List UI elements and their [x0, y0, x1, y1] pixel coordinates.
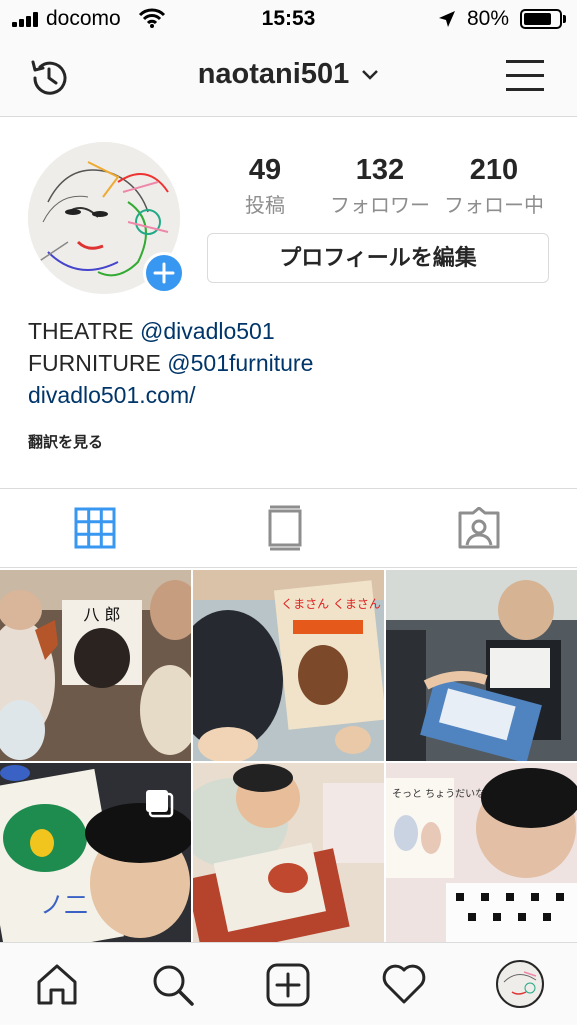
edit-profile-button[interactable]: プロフィールを編集 [207, 233, 549, 283]
home-icon[interactable] [35, 962, 79, 1006]
battery-percent: 80% [467, 7, 510, 30]
posts-label: 投稿 [245, 195, 285, 217]
bio-line-theatre: THEATRE @divadlo501 [28, 318, 275, 344]
following-label: フォロー中 [444, 195, 544, 217]
post-thumbnail[interactable]: くまさん くまさん [193, 570, 384, 761]
activity-heart-icon[interactable] [381, 963, 427, 1005]
followers-count[interactable]: 132 [320, 154, 440, 187]
username-title: naotani501 [197, 58, 350, 90]
chevron-down-icon [362, 70, 379, 81]
followers-label: フォロワー [330, 195, 430, 217]
bottom-navigation [0, 942, 577, 1025]
username-switcher[interactable]: naotani501 [0, 58, 577, 91]
menu-icon[interactable] [505, 58, 545, 94]
plus-icon [153, 262, 175, 284]
profile-header: naotani501 [0, 38, 577, 117]
book-title: そっと ちょうだいな [392, 788, 485, 800]
website-link[interactable]: divadlo501.com/ [28, 382, 196, 408]
mention-501furniture[interactable]: @501furniture [167, 350, 313, 376]
book-title: 八 郎 [83, 605, 120, 624]
location-arrow-icon [439, 11, 455, 27]
new-post-icon[interactable] [266, 963, 310, 1007]
status-bar: docomo 15:53 80% [0, 0, 577, 38]
feed-icon[interactable] [266, 505, 304, 551]
translate-link[interactable]: 翻訳を見る [28, 431, 103, 452]
grid-icon[interactable] [74, 507, 116, 549]
battery-icon [520, 9, 562, 29]
tagged-icon[interactable] [457, 507, 501, 549]
profile-avatar-icon[interactable] [496, 960, 544, 1008]
post-thumbnail[interactable]: 八 郎 [0, 570, 191, 761]
posts-count[interactable]: 49 [225, 154, 305, 187]
post-thumbnail[interactable]: ノ二 ノ二 [0, 763, 191, 954]
profile-tabs [0, 488, 577, 568]
search-icon[interactable] [150, 962, 196, 1008]
post-thumbnail[interactable] [193, 763, 384, 954]
post-thumbnail[interactable]: そっと ちょうだいな [386, 763, 577, 954]
bio-line-furniture: FURNITURE @501furniture [28, 350, 314, 376]
bio-website: divadlo501.com/ [28, 382, 196, 409]
following-count[interactable]: 210 [436, 154, 552, 187]
add-story-button[interactable] [143, 252, 185, 294]
mention-divadlo501[interactable]: @divadlo501 [140, 318, 275, 344]
post-thumbnail[interactable] [386, 570, 577, 761]
book-title: くまさん くまさん [281, 597, 381, 611]
